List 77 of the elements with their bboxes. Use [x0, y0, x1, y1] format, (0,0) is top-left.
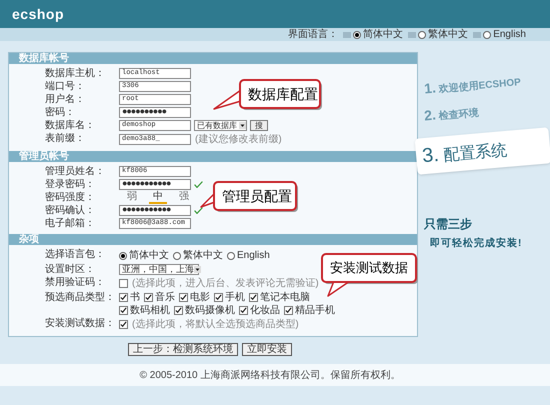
checkbox[interactable]	[119, 279, 128, 288]
radio-label: 简体中文	[129, 248, 169, 263]
tagline-text: 即可轻松完成安装!	[430, 236, 524, 251]
flag-icon	[408, 32, 416, 38]
step-item: 2. 检查环境	[423, 106, 480, 126]
checkbox[interactable]	[214, 293, 223, 302]
caret-icon	[194, 266, 201, 273]
search-button[interactable]: 搜	[250, 120, 268, 131]
radio-label: 繁体中文	[183, 248, 223, 263]
hint-text: (选择此项，进入后台、发表评论无需验证)	[132, 276, 319, 291]
section-header: 数据库帐号	[9, 53, 417, 64]
checkbox-label: 数码摄像机	[185, 304, 235, 318]
input-field[interactable]: ●●●●●●●●●●●	[119, 205, 191, 216]
checkbox[interactable]	[249, 293, 258, 302]
field-label: 电子邮箱：	[45, 217, 96, 230]
strength-level: 弱	[126, 191, 138, 204]
checkbox-label: 手机	[225, 290, 245, 304]
step-item: 3. 配置系统	[414, 127, 550, 175]
checkbox-label: 化妆品	[250, 304, 280, 318]
field-label: 端口号：	[45, 80, 86, 93]
radio-button[interactable]	[483, 30, 492, 38]
action-button[interactable]: 立即安装	[242, 343, 292, 356]
checkbox-label: 笔记本电脑	[260, 290, 310, 304]
language-option[interactable]: 繁体中文	[428, 30, 468, 40]
copyright-text: © 2005-2010 上海商派网络科技有限公司。保留所有权利。	[140, 368, 400, 382]
radio-button[interactable]	[227, 252, 235, 260]
checkbox-label: 书	[130, 290, 140, 305]
radio-button[interactable]	[173, 252, 181, 260]
checkbox[interactable]	[174, 306, 183, 315]
strength-level: 强	[178, 191, 190, 204]
field-label: 密码：	[45, 106, 76, 119]
section-header: 杂项	[9, 234, 417, 245]
checkbox-label: 数码相机	[130, 304, 170, 318]
field-label: 登录密码：	[45, 178, 96, 191]
flag-icon	[343, 32, 352, 38]
field-label: 数据库主机：	[45, 67, 106, 80]
caret-icon	[239, 122, 246, 129]
field-label: 安装测试数据：	[45, 317, 116, 330]
field-label: 密码确认：	[45, 204, 96, 217]
checkbox-label: 电影	[190, 290, 210, 305]
field-label: 预选商品类型：	[45, 291, 116, 304]
radio-button[interactable]	[119, 252, 127, 260]
field-label: 选择语言包：	[45, 248, 106, 261]
logo: ecshop	[12, 4, 64, 24]
field-label: 用户名：	[45, 93, 86, 106]
input-field[interactable]: ●●●●●●●●●●	[119, 107, 191, 118]
language-option[interactable]: 简体中文	[363, 30, 404, 40]
hint-text: (选择此项，将默认全选预选商品类型)	[132, 318, 299, 332]
checkbox[interactable]	[239, 306, 248, 315]
timezone-select[interactable]: 亚洲，中国，上海	[119, 264, 199, 275]
checkbox-label: 音乐	[155, 290, 175, 304]
checkbox[interactable]	[119, 306, 128, 315]
checkbox-label: 精品手机	[295, 304, 335, 318]
radio-label: English	[237, 249, 270, 263]
input-field[interactable]: ●●●●●●●●●●●	[119, 179, 191, 190]
radio-button[interactable]	[353, 30, 362, 38]
field-label: 管理员姓名：	[45, 165, 106, 178]
field-label: 数据库名：	[45, 119, 96, 132]
database-select[interactable]: 已有数据库	[194, 120, 247, 131]
section-header: 管理员帐号	[9, 151, 417, 162]
tagline-title: 只需三步	[424, 216, 473, 233]
checkbox[interactable]	[119, 293, 128, 302]
checkbox[interactable]	[144, 293, 153, 302]
field-label: 表前缀：	[45, 132, 86, 145]
radio-button[interactable]	[418, 30, 426, 38]
action-button[interactable]: 上一步：检测系统环境	[128, 343, 238, 356]
language-option[interactable]: English	[493, 30, 526, 40]
flag-icon	[473, 32, 482, 38]
checkbox[interactable]	[179, 293, 188, 302]
field-label: 密码强度：	[45, 191, 96, 204]
hint-text: (建议您修改表前缀)	[195, 132, 282, 147]
step-item: 1. 欢迎使用ECSHOP	[423, 76, 522, 98]
checkbox[interactable]	[119, 320, 128, 329]
checkbox[interactable]	[284, 306, 293, 315]
field-label: 设置时区：	[45, 263, 96, 276]
language-label: 界面语言：	[288, 30, 338, 40]
field-label: 禁用验证码：	[45, 276, 106, 289]
